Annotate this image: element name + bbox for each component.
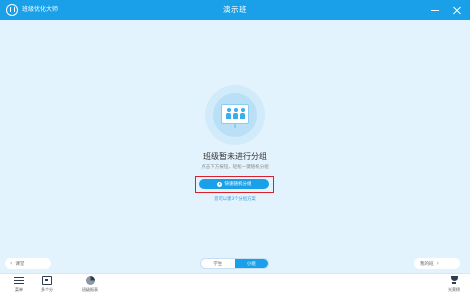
- toolbar-honor-label: 光荣榜: [448, 287, 460, 292]
- toolbar-menu-label: 菜单: [15, 287, 23, 292]
- next-nav-label: 我的班: [420, 261, 434, 267]
- title-bar: 班级优化大师 演示班: [0, 0, 470, 20]
- app-window: 班级优化大师 演示班 班级暂未进行分组 点击下方按钮，轻松一键随机分组 快速随机…: [0, 0, 470, 295]
- person-icon: [226, 108, 231, 120]
- person-icon: [240, 108, 245, 120]
- board-icon: [42, 276, 52, 285]
- toolbar-scores-label: 多个分: [41, 287, 53, 292]
- window-title: 演示班: [223, 5, 247, 14]
- next-nav-button[interactable]: 我的班 ›: [414, 258, 460, 269]
- tab-groups[interactable]: 小组: [234, 259, 268, 268]
- main-area: 班级暂未进行分组 点击下方按钮，轻松一键随机分组 快速随机分组 您可以建3个分组…: [0, 20, 470, 273]
- chevron-left-icon: ‹: [10, 259, 13, 267]
- empty-state-title: 班级暂未进行分组: [203, 152, 267, 161]
- random-group-label: 快速随机分组: [224, 182, 252, 187]
- prev-nav-label: 课堂: [15, 261, 25, 267]
- window-controls: [430, 5, 462, 15]
- menu-icon: [14, 276, 24, 285]
- group-illustration-icon: [205, 85, 265, 145]
- bottom-toolbar: 菜单 多个分 班级报表 光荣榜: [0, 273, 470, 295]
- toolbar-menu[interactable]: 菜单: [10, 276, 28, 293]
- minimize-icon[interactable]: [430, 5, 440, 15]
- highlight-box: 快速随机分组: [195, 176, 274, 193]
- random-group-button[interactable]: 快速随机分组: [199, 179, 269, 189]
- group-limit-hint: 您可以建3个分组方案: [214, 197, 256, 202]
- tab-students[interactable]: 学生: [201, 259, 235, 268]
- prev-nav-button[interactable]: ‹ 课堂: [5, 258, 51, 269]
- toolbar-report-label: 班级报表: [82, 287, 98, 292]
- person-icon: [233, 108, 238, 120]
- view-toggle: 学生 小组: [200, 258, 269, 269]
- close-icon[interactable]: [452, 5, 462, 15]
- play-icon: [216, 181, 222, 187]
- toolbar-scores[interactable]: 多个分: [37, 276, 57, 293]
- toolbar-honor[interactable]: 光荣榜: [444, 276, 464, 293]
- toolbar-report[interactable]: 班级报表: [78, 276, 102, 293]
- chevron-right-icon: ›: [436, 259, 439, 267]
- trophy-icon: [450, 276, 459, 285]
- pie-chart-icon: [85, 276, 95, 285]
- board-icon: [221, 104, 249, 124]
- empty-state-subtitle: 点击下方按钮，轻松一键随机分组: [201, 165, 269, 170]
